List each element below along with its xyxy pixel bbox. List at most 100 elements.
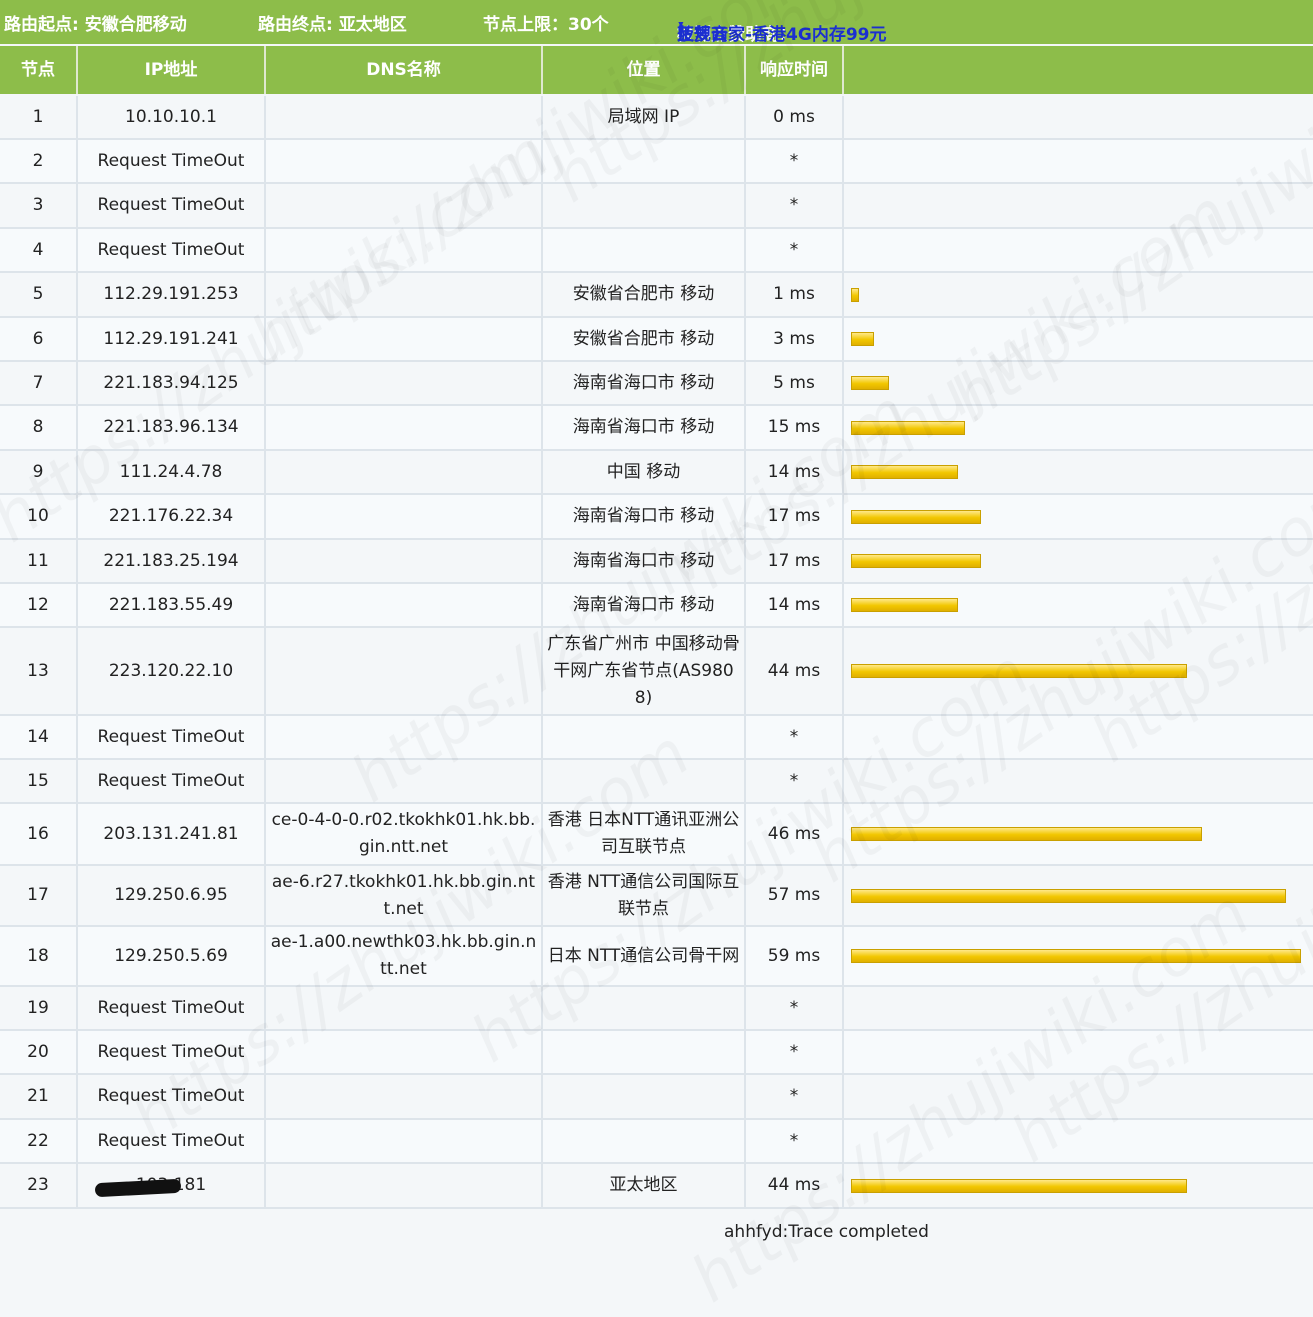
time-cell: 15 ms	[746, 406, 844, 449]
dns-cell	[266, 140, 543, 182]
location-cell	[543, 760, 746, 802]
location-cell	[543, 1120, 746, 1162]
time-cell: 1 ms	[746, 273, 844, 316]
ip-cell: 223.120.22.10	[78, 628, 266, 714]
hop-cell: 2	[0, 140, 78, 182]
hop-cell: 23	[0, 1164, 78, 1207]
time-cell: 44 ms	[746, 628, 844, 714]
hop-cell: 16	[0, 804, 78, 864]
table-row: 12 221.183.55.49 海南省海口市 移动 14 ms	[0, 584, 1313, 628]
ip-cell: Request TimeOut	[78, 140, 266, 182]
time-cell: 3 ms	[746, 318, 844, 360]
hop-cell: 1	[0, 96, 78, 138]
latency-bar-cell	[844, 987, 1313, 1029]
dns-cell	[266, 495, 543, 538]
location-cell: 香港 NTT通信公司国际互联节点	[543, 866, 746, 925]
latency-bar	[851, 376, 889, 390]
ip-cell: Request TimeOut	[78, 987, 266, 1029]
latency-bar-cell	[844, 96, 1313, 138]
hop-cell: 19	[0, 987, 78, 1029]
table-row: 11 221.183.25.194 海南省海口市 移动 17 ms	[0, 540, 1313, 584]
dns-cell	[266, 96, 543, 138]
hop-cell: 10	[0, 495, 78, 538]
latency-bar-cell	[844, 184, 1313, 227]
ip-cell: Request TimeOut	[78, 229, 266, 271]
col-ip: IP地址	[78, 46, 266, 94]
hop-cell: 14	[0, 716, 78, 758]
hop-cell: 15	[0, 760, 78, 802]
sponsor-offer-link[interactable]: 正规商家-香港4G内存99元	[677, 20, 887, 45]
dns-cell	[266, 362, 543, 404]
hop-cell: 18	[0, 927, 78, 985]
latency-bar-cell	[844, 716, 1313, 758]
time-cell: *	[746, 1031, 844, 1073]
table-row: 6 112.29.191.241 安徽省合肥市 移动 3 ms	[0, 318, 1313, 362]
latency-bar-cell	[844, 1075, 1313, 1118]
latency-bar-cell	[844, 584, 1313, 626]
location-cell: 安徽省合肥市 移动	[543, 273, 746, 316]
table-row: 18 129.250.5.69 ae-1.a00.newthk03.hk.bb.gi…	[0, 927, 1313, 987]
time-cell: *	[746, 1120, 844, 1162]
table-row: 2 Request TimeOut *	[0, 140, 1313, 184]
latency-bar-cell	[844, 318, 1313, 360]
latency-bar-cell	[844, 1120, 1313, 1162]
ip-cell: Request TimeOut	[78, 1075, 266, 1118]
latency-bar	[851, 1178, 1187, 1193]
location-cell: 海南省海口市 移动	[543, 495, 746, 538]
hop-cell: 21	[0, 1075, 78, 1118]
location-cell	[543, 1031, 746, 1073]
latency-bar-cell	[844, 406, 1313, 449]
dns-cell	[266, 987, 543, 1029]
dns-cell	[266, 406, 543, 449]
latency-bar	[851, 554, 981, 568]
latency-bar	[851, 465, 958, 479]
location-cell	[543, 229, 746, 271]
hop-cell: 13	[0, 628, 78, 714]
latency-bar-cell	[844, 451, 1313, 493]
latency-bar	[851, 888, 1286, 903]
time-cell: 14 ms	[746, 451, 844, 493]
dns-cell	[266, 318, 543, 360]
ip-cell: 129.250.6.95	[78, 866, 266, 925]
ip-cell: Request TimeOut	[78, 184, 266, 227]
latency-bar-cell	[844, 1031, 1313, 1073]
trace-status: ahhfyd:Trace completed	[724, 1222, 929, 1242]
time-cell: *	[746, 987, 844, 1029]
hop-cell: 22	[0, 1120, 78, 1162]
location-cell: 安徽省合肥市 移动	[543, 318, 746, 360]
hop-cell: 6	[0, 318, 78, 360]
dns-cell	[266, 273, 543, 316]
ip-cell: 129.250.5.69	[78, 927, 266, 985]
ip-cell: 203.131.241.81	[78, 804, 266, 864]
time-cell: 17 ms	[746, 540, 844, 582]
table-row: 5 112.29.191.253 安徽省合肥市 移动 1 ms	[0, 273, 1313, 318]
hop-cell: 9	[0, 451, 78, 493]
latency-bar-cell	[844, 540, 1313, 582]
table-row: 1 10.10.10.1 局域网 IP 0 ms	[0, 96, 1313, 140]
time-cell: *	[746, 184, 844, 227]
dns-cell	[266, 628, 543, 714]
location-cell	[543, 140, 746, 182]
table-row: 15 Request TimeOut *	[0, 760, 1313, 804]
col-bar	[844, 46, 1313, 94]
route-destination: 路由终点: 亚太地区	[258, 15, 407, 35]
ip-cell: Request TimeOut	[78, 760, 266, 802]
table-row: 10 221.176.22.34 海南省海口市 移动 17 ms	[0, 495, 1313, 540]
table-row: 21 Request TimeOut *	[0, 1075, 1313, 1120]
hop-cell: 3	[0, 184, 78, 227]
ip-cell: 221.183.25.194	[78, 540, 266, 582]
time-cell: *	[746, 1075, 844, 1118]
location-cell	[543, 1075, 746, 1118]
dns-cell	[266, 760, 543, 802]
time-cell: 0 ms	[746, 96, 844, 138]
sponsor-paren-close: )	[677, 20, 685, 40]
latency-bar-cell	[844, 760, 1313, 802]
ip-cell: 221.176.22.34	[78, 495, 266, 538]
latency-bar	[851, 509, 981, 524]
location-cell: 局域网 IP	[543, 96, 746, 138]
table-row: 23103.181亚太地区44 ms	[0, 1164, 1313, 1209]
col-response-time: 响应时间	[746, 46, 844, 94]
location-cell: 海南省海口市 移动	[543, 540, 746, 582]
dns-cell	[266, 584, 543, 626]
time-cell: 17 ms	[746, 495, 844, 538]
